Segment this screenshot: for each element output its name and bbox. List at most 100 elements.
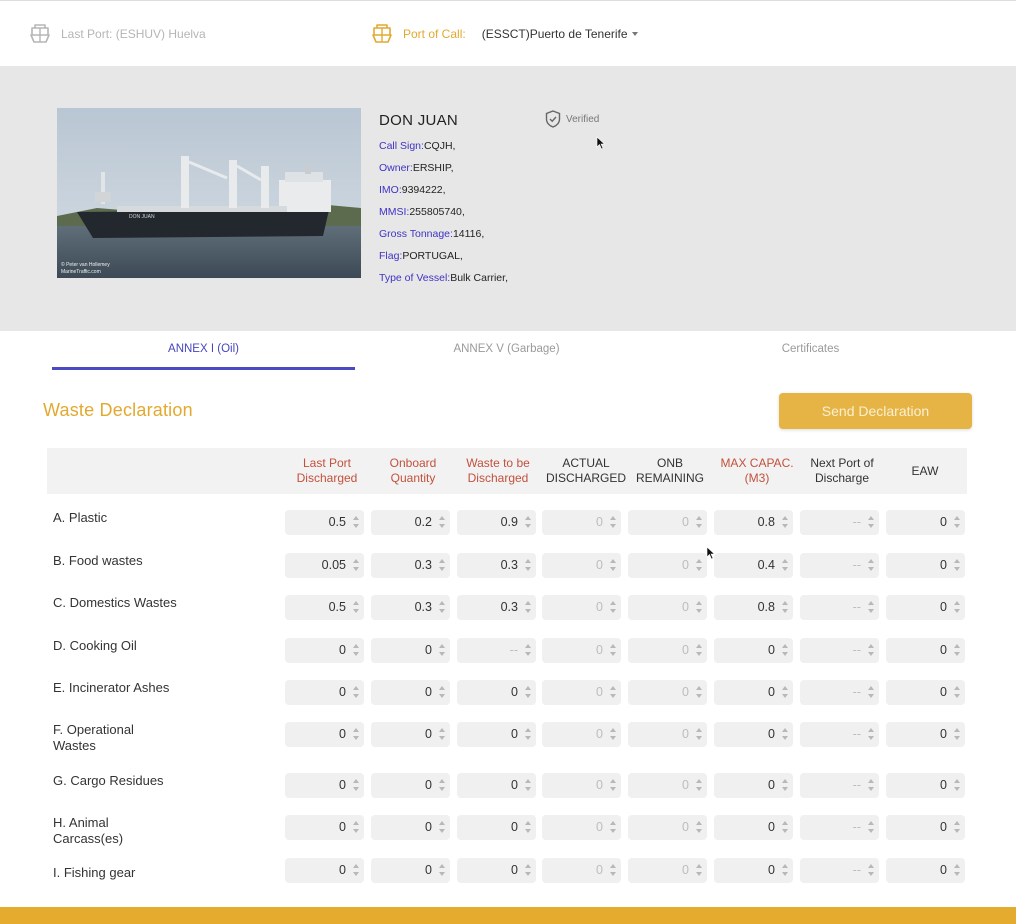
quantity-stepper[interactable]: -- (800, 773, 879, 798)
spinner-arrows-icon[interactable] (954, 778, 960, 792)
chevron-down-icon[interactable] (631, 32, 638, 36)
spinner-arrows-icon[interactable] (353, 558, 359, 572)
quantity-stepper[interactable]: 0 (886, 595, 965, 620)
quantity-stepper[interactable]: 0.05 (285, 553, 364, 578)
spinner-arrows-icon[interactable] (353, 778, 359, 792)
quantity-stepper[interactable]: 0 (542, 638, 621, 663)
spinner-arrows-icon[interactable] (525, 600, 531, 614)
spinner-arrows-icon[interactable] (439, 600, 445, 614)
quantity-stepper[interactable]: 0.2 (371, 510, 450, 535)
spinner-arrows-icon[interactable] (868, 820, 874, 834)
quantity-stepper[interactable]: 0 (371, 722, 450, 747)
quantity-stepper[interactable]: 0 (628, 815, 707, 840)
spinner-arrows-icon[interactable] (696, 863, 702, 877)
spinner-arrows-icon[interactable] (696, 515, 702, 529)
quantity-stepper[interactable]: 0 (371, 815, 450, 840)
spinner-arrows-icon[interactable] (954, 685, 960, 699)
quantity-stepper[interactable]: 0.4 (714, 553, 793, 578)
quantity-stepper[interactable]: -- (800, 815, 879, 840)
spinner-arrows-icon[interactable] (353, 863, 359, 877)
spinner-arrows-icon[interactable] (610, 820, 616, 834)
quantity-stepper[interactable]: -- (800, 553, 879, 578)
spinner-arrows-icon[interactable] (439, 820, 445, 834)
spinner-arrows-icon[interactable] (610, 558, 616, 572)
quantity-stepper[interactable]: 0 (371, 680, 450, 705)
quantity-stepper[interactable]: 0 (628, 638, 707, 663)
spinner-arrows-icon[interactable] (525, 727, 531, 741)
spinner-arrows-icon[interactable] (782, 820, 788, 834)
quantity-stepper[interactable]: 0 (628, 773, 707, 798)
quantity-stepper[interactable]: 0 (457, 722, 536, 747)
spinner-arrows-icon[interactable] (782, 863, 788, 877)
quantity-stepper[interactable]: 0 (886, 858, 965, 883)
spinner-arrows-icon[interactable] (353, 515, 359, 529)
spinner-arrows-icon[interactable] (525, 643, 531, 657)
spinner-arrows-icon[interactable] (954, 600, 960, 614)
spinner-arrows-icon[interactable] (439, 558, 445, 572)
tab-annex-i-oil[interactable]: ANNEX I (Oil) (52, 340, 355, 370)
quantity-stepper[interactable]: 0 (285, 680, 364, 705)
spinner-arrows-icon[interactable] (868, 558, 874, 572)
quantity-stepper[interactable]: 0 (714, 722, 793, 747)
tab-annex-v-garbage[interactable]: ANNEX V (Garbage) (355, 340, 658, 370)
spinner-arrows-icon[interactable] (353, 600, 359, 614)
spinner-arrows-icon[interactable] (353, 685, 359, 699)
spinner-arrows-icon[interactable] (782, 515, 788, 529)
quantity-stepper[interactable]: -- (800, 680, 879, 705)
spinner-arrows-icon[interactable] (868, 643, 874, 657)
spinner-arrows-icon[interactable] (610, 863, 616, 877)
tab-certificates[interactable]: Certificates (658, 340, 963, 370)
quantity-stepper[interactable]: 0 (542, 773, 621, 798)
quantity-stepper[interactable]: 0 (628, 858, 707, 883)
spinner-arrows-icon[interactable] (353, 643, 359, 657)
spinner-arrows-icon[interactable] (868, 778, 874, 792)
spinner-arrows-icon[interactable] (696, 820, 702, 834)
spinner-arrows-icon[interactable] (868, 600, 874, 614)
quantity-stepper[interactable]: 0 (457, 858, 536, 883)
spinner-arrows-icon[interactable] (954, 643, 960, 657)
spinner-arrows-icon[interactable] (525, 863, 531, 877)
quantity-stepper[interactable]: 0 (886, 680, 965, 705)
quantity-stepper[interactable]: -- (800, 858, 879, 883)
quantity-stepper[interactable]: 0 (371, 773, 450, 798)
quantity-stepper[interactable]: 0.5 (285, 510, 364, 535)
spinner-arrows-icon[interactable] (696, 727, 702, 741)
quantity-stepper[interactable]: 0 (886, 638, 965, 663)
spinner-arrows-icon[interactable] (610, 600, 616, 614)
spinner-arrows-icon[interactable] (868, 685, 874, 699)
spinner-arrows-icon[interactable] (696, 643, 702, 657)
quantity-stepper[interactable]: 0.9 (457, 510, 536, 535)
spinner-arrows-icon[interactable] (868, 863, 874, 877)
quantity-stepper[interactable]: 0 (542, 553, 621, 578)
spinner-arrows-icon[interactable] (439, 778, 445, 792)
spinner-arrows-icon[interactable] (439, 643, 445, 657)
spinner-arrows-icon[interactable] (782, 685, 788, 699)
quantity-stepper[interactable]: 0.3 (371, 553, 450, 578)
spinner-arrows-icon[interactable] (696, 558, 702, 572)
spinner-arrows-icon[interactable] (353, 820, 359, 834)
quantity-stepper[interactable]: 0.3 (457, 595, 536, 620)
quantity-stepper[interactable]: 0 (285, 815, 364, 840)
quantity-stepper[interactable]: 0 (628, 680, 707, 705)
spinner-arrows-icon[interactable] (610, 643, 616, 657)
spinner-arrows-icon[interactable] (610, 515, 616, 529)
spinner-arrows-icon[interactable] (439, 727, 445, 741)
quantity-stepper[interactable]: 0 (542, 680, 621, 705)
quantity-stepper[interactable]: -- (457, 638, 536, 663)
spinner-arrows-icon[interactable] (696, 600, 702, 614)
spinner-arrows-icon[interactable] (610, 685, 616, 699)
spinner-arrows-icon[interactable] (954, 727, 960, 741)
spinner-arrows-icon[interactable] (954, 863, 960, 877)
spinner-arrows-icon[interactable] (782, 600, 788, 614)
spinner-arrows-icon[interactable] (439, 685, 445, 699)
quantity-stepper[interactable]: 0 (457, 815, 536, 840)
spinner-arrows-icon[interactable] (525, 820, 531, 834)
quantity-stepper[interactable]: 0.8 (714, 595, 793, 620)
quantity-stepper[interactable]: 0 (457, 773, 536, 798)
spinner-arrows-icon[interactable] (868, 515, 874, 529)
quantity-stepper[interactable]: 0 (714, 680, 793, 705)
quantity-stepper[interactable]: 0 (542, 722, 621, 747)
spinner-arrows-icon[interactable] (439, 863, 445, 877)
quantity-stepper[interactable]: 0 (628, 510, 707, 535)
quantity-stepper[interactable]: -- (800, 510, 879, 535)
